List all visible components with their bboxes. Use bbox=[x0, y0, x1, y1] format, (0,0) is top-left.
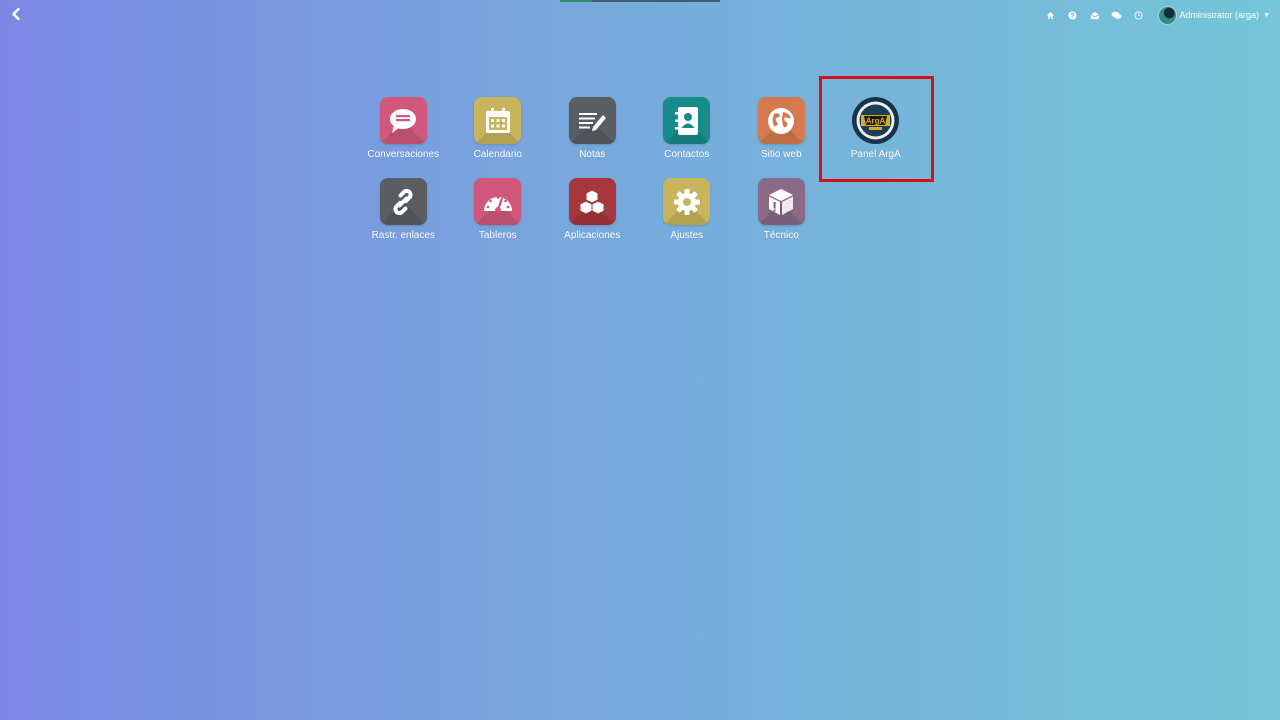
help-icon bbox=[1068, 10, 1077, 20]
app-panel-arga[interactable]: ArgA Panel ArgA bbox=[829, 85, 924, 166]
app-ajustes[interactable]: Ajustes bbox=[640, 166, 735, 247]
app-grid: Conversaciones Calendario Notas Contacto… bbox=[356, 85, 956, 247]
app-icon bbox=[474, 178, 522, 225]
gear-icon bbox=[673, 188, 700, 215]
user-name: Administrator (arga) bbox=[1179, 10, 1260, 20]
app-icon bbox=[568, 97, 616, 144]
app-label: Conversaciones bbox=[367, 149, 440, 160]
top-navbar: Administrator (arga) ▼ bbox=[0, 0, 1280, 30]
chat-button[interactable] bbox=[1106, 5, 1128, 25]
globe-icon bbox=[768, 107, 795, 134]
calendar-icon bbox=[485, 107, 510, 133]
activity-button[interactable] bbox=[1128, 5, 1150, 25]
link-icon bbox=[393, 188, 413, 215]
package-warning-icon bbox=[769, 188, 794, 215]
app-label: Calendario bbox=[473, 149, 522, 160]
home-button[interactable] bbox=[1040, 5, 1062, 25]
app-icon bbox=[379, 97, 427, 144]
app-aplicaciones[interactable]: Aplicaciones bbox=[545, 166, 640, 247]
app-conversaciones[interactable]: Conversaciones bbox=[356, 85, 451, 166]
app-label: Técnico bbox=[763, 230, 799, 241]
app-label: Tableros bbox=[478, 230, 517, 241]
app-calendario[interactable]: Calendario bbox=[451, 85, 546, 166]
app-sitio-web[interactable]: Sitio web bbox=[734, 85, 829, 166]
app-tecnico[interactable]: Técnico bbox=[734, 166, 829, 247]
dashboard-gauge-icon bbox=[483, 195, 512, 213]
user-menu[interactable]: Administrator (arga) ▼ bbox=[1157, 5, 1270, 25]
app-label: Notas bbox=[579, 149, 606, 160]
app-icon: ArgA bbox=[852, 97, 900, 144]
app-notas[interactable]: Notas bbox=[545, 85, 640, 166]
chat-bubble-icon bbox=[390, 108, 417, 133]
app-tableros[interactable]: Tableros bbox=[451, 166, 546, 247]
loading-progress-bar bbox=[560, 0, 720, 2]
app-icon bbox=[379, 178, 427, 225]
home-icon bbox=[1046, 11, 1055, 19]
svg-text:ArgA: ArgA bbox=[866, 117, 886, 126]
mail-icon bbox=[1090, 11, 1099, 19]
cubes-icon bbox=[579, 188, 605, 215]
app-rastr-enlaces[interactable]: Rastr. enlaces bbox=[356, 166, 451, 247]
chat-icon bbox=[1111, 11, 1122, 19]
mail-button[interactable] bbox=[1084, 5, 1106, 25]
arga-logo-icon: ArgA bbox=[853, 98, 899, 143]
app-icon bbox=[757, 178, 805, 225]
systray: Administrator (arga) ▼ bbox=[1040, 5, 1270, 25]
app-contactos[interactable]: Contactos bbox=[640, 85, 735, 166]
address-book-icon bbox=[674, 106, 698, 135]
app-icon bbox=[663, 178, 711, 225]
clock-icon bbox=[1134, 10, 1143, 20]
notes-icon bbox=[579, 112, 607, 131]
caret-down-icon: ▼ bbox=[1263, 11, 1270, 19]
avatar bbox=[1157, 5, 1177, 25]
app-icon bbox=[663, 97, 711, 144]
app-icon bbox=[474, 97, 522, 144]
app-label: Contactos bbox=[664, 149, 710, 160]
app-label: Aplicaciones bbox=[564, 230, 621, 241]
chevron-left-icon bbox=[12, 8, 20, 20]
app-label: Sitio web bbox=[760, 149, 802, 160]
help-button[interactable] bbox=[1062, 5, 1084, 25]
app-icon bbox=[568, 178, 616, 225]
back-button[interactable] bbox=[8, 6, 24, 22]
app-icon bbox=[757, 97, 805, 144]
app-label: Rastr. enlaces bbox=[371, 230, 435, 241]
app-label: Ajustes bbox=[670, 230, 704, 241]
app-label: Panel ArgA bbox=[850, 149, 901, 160]
